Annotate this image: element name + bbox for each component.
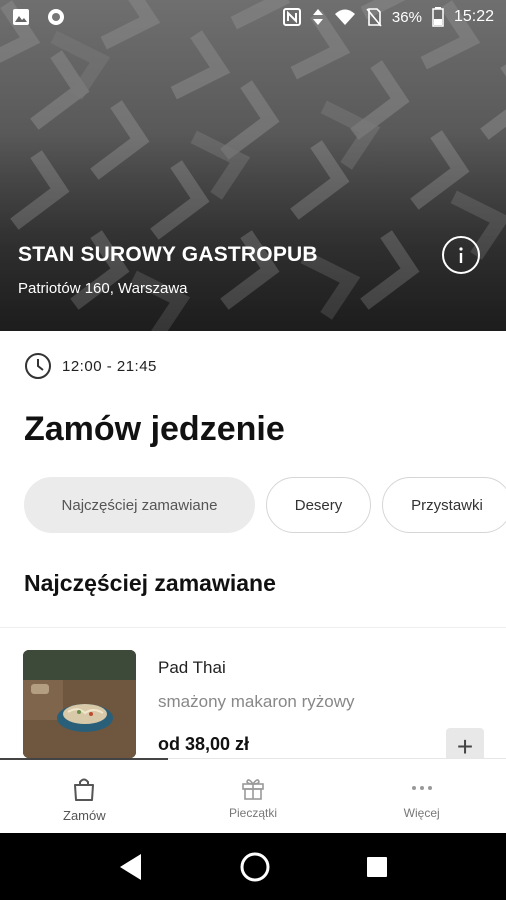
item-name: Pad Thai (158, 658, 226, 677)
menu-item[interactable]: Pad Thai smażony makaron ryżowy od 38,00… (0, 650, 506, 766)
nfc-icon (282, 8, 301, 26)
status-bar: 36% 15:22 (0, 0, 506, 34)
home-icon[interactable] (238, 850, 272, 884)
nav-more[interactable]: Więcej (337, 759, 506, 833)
active-tab-indicator (0, 758, 168, 760)
circle-icon (48, 9, 64, 25)
battery-percent: 36% (391, 8, 422, 26)
venue-name: STAN SUROWY GASTROPUB (18, 243, 318, 266)
system-navigation-bar (0, 833, 506, 900)
no-sim-icon (366, 8, 382, 27)
chip-starters[interactable]: Przystawki (382, 477, 506, 533)
nav-more-label: Więcej (403, 806, 440, 820)
info-button[interactable] (442, 236, 480, 274)
info-icon (459, 247, 463, 263)
gift-icon (242, 779, 264, 800)
bottom-navigation: Zamów Pieczątki Więcej (0, 758, 506, 833)
nav-stamps[interactable]: Pieczątki (169, 759, 338, 833)
data-arrows-icon (312, 9, 323, 25)
image-icon (13, 9, 29, 25)
divider (0, 627, 506, 628)
item-description: smażony makaron ryżowy (158, 692, 355, 711)
chip-most-ordered[interactable]: Najczęściej zamawiane (24, 477, 255, 533)
nav-stamps-label: Pieczątki (228, 806, 278, 820)
clock-time: 15:22 (453, 8, 494, 25)
battery-icon (432, 7, 444, 27)
nav-order[interactable]: Zamów (0, 759, 169, 833)
more-dots-icon (411, 786, 432, 790)
category-chips: Najczęściej zamawiane Desery Przystawki (24, 477, 506, 533)
opening-hours: 12:00 - 21:45 (24, 352, 157, 380)
item-price: od 38,00 zł (158, 734, 250, 754)
recents-icon[interactable] (365, 855, 389, 879)
back-icon[interactable] (117, 852, 145, 882)
clock-icon (25, 353, 51, 379)
venue-address: Patriotów 160, Warszawa (18, 280, 188, 297)
chip-desserts[interactable]: Desery (266, 477, 371, 533)
hours-text: 12:00 - 21:45 (62, 357, 157, 375)
page-title: Zamów jedzenie (24, 410, 285, 448)
nav-order-label: Zamów (63, 808, 106, 823)
section-heading: Najczęściej zamawiane (24, 570, 276, 596)
item-photo (23, 650, 136, 758)
wifi-icon (334, 9, 355, 25)
shopping-bag-icon (74, 778, 95, 801)
